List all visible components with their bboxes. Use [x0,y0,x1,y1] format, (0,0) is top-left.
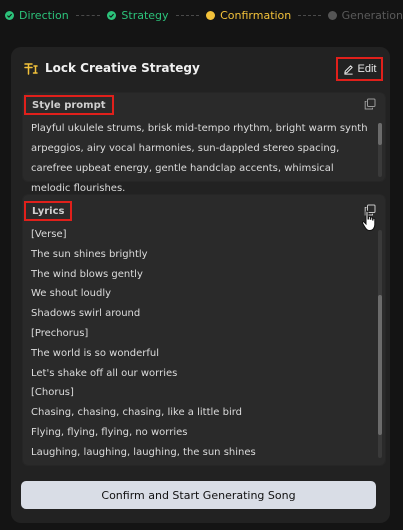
lyric-line: The wind blows gently [31,268,143,280]
lyric-line: Chasing, chasing, chasing, like a little… [31,407,243,419]
style-prompt-text: Playful ukulele strums, brisk mid-tempo … [31,123,368,194]
lyric-line: Shadows swirl around [31,308,141,320]
step-connector [298,14,321,16]
card-header: Lock Creative Strategy Edit [11,47,390,91]
copy-icon[interactable] [364,98,376,110]
confirm-generate-button[interactable]: Confirm and Start Generating Song [21,481,376,509]
step-connector [175,14,200,16]
step-generation: Generation [327,8,403,22]
step-connector [75,14,101,16]
lyric-line: [Verse] [31,229,67,240]
step-label: Confirmation [220,8,292,22]
lyrics-label: Lyrics [24,201,73,221]
lyrics-section: Lyrics [Verse] The sun shines brightly T… [22,194,386,466]
strategy-icon [24,63,38,75]
lyric-line: The world is so wonderful [31,347,160,359]
strategy-card: Lock Creative Strategy Edit Style prompt… [11,47,390,523]
card-title: Lock Creative Strategy [45,61,200,75]
lyric-line: We shout loudly [31,288,112,300]
lyric-line: [Prechorus] [31,327,89,339]
style-prompt-section: Style prompt Playful ukulele strums, bri… [22,92,386,194]
step-label: Generation [341,8,403,22]
check-icon [5,10,14,20]
lyric-line: Flying, flying, flying, no worries [31,426,188,438]
lyric-line: Laughing, laughing, laughing, the sun sh… [31,446,256,458]
lyric-line: The sun shines brightly [31,248,148,260]
scrollbar-thumb[interactable] [378,295,382,435]
copy-icon[interactable] [364,204,376,216]
step-label: Strategy [121,8,169,22]
lyrics-list: [Verse] The sun shines brightly The wind… [31,225,361,463]
active-step-dot [206,10,216,20]
step-confirmation[interactable]: Confirmation [206,9,291,22]
lyric-line: [Chorus] [31,387,74,399]
check-icon [107,10,117,20]
step-label: Direction [19,8,69,22]
scrollbar-thumb[interactable] [378,123,382,145]
step-direction[interactable]: Direction [5,9,69,22]
lyric-line: Let's shake off all our worries [31,367,178,379]
style-prompt-label: Style prompt [24,95,114,115]
edit-label: Edit [357,63,377,75]
progress-stepper: Direction Strategy Confirmation Generati… [0,0,403,30]
pending-step-dot [327,10,337,20]
step-strategy[interactable]: Strategy [107,8,169,22]
pencil-icon [343,64,353,75]
edit-button[interactable]: Edit [336,57,383,81]
